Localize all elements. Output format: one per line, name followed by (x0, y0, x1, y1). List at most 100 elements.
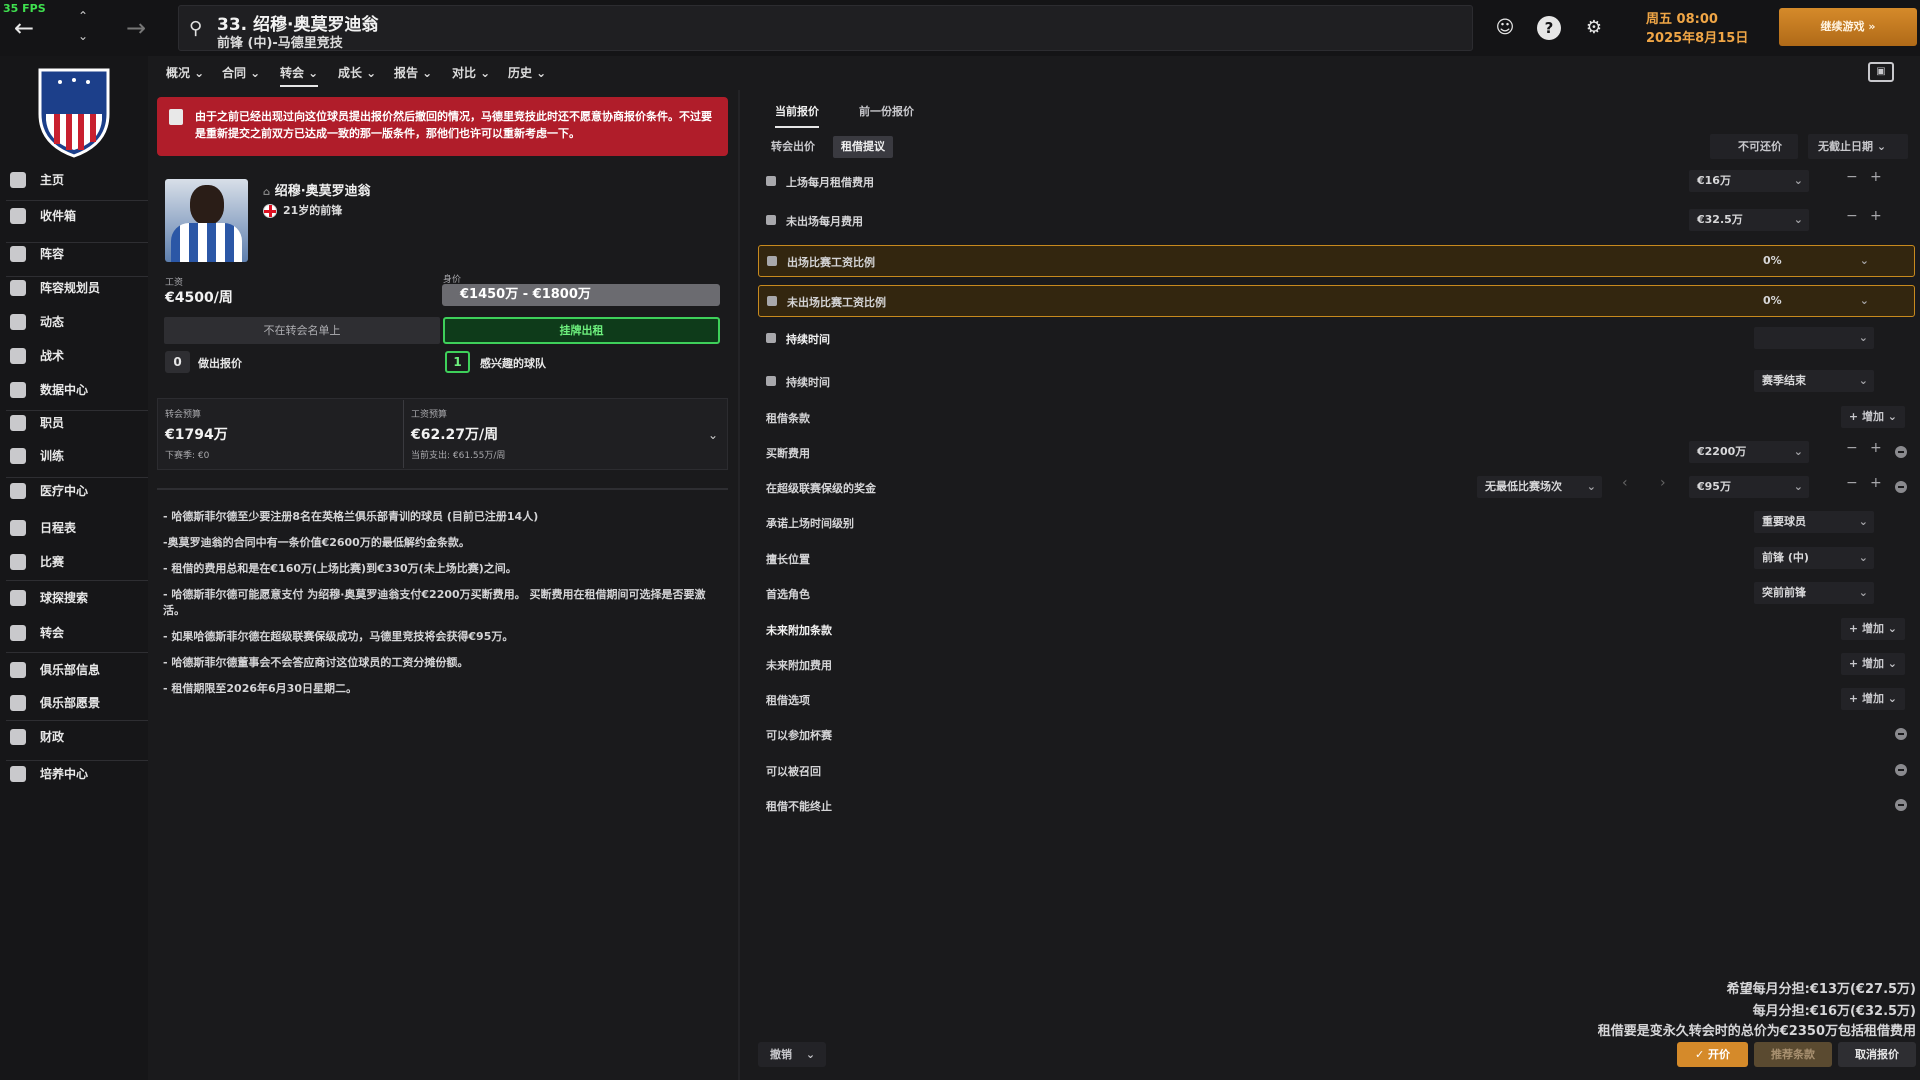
amount-dropdown[interactable]: €16万 ⌄ (1689, 170, 1809, 192)
not-listed-button[interactable]: 不在转会名单上 (164, 317, 440, 344)
lock-icon[interactable] (766, 376, 776, 386)
sidebar-item-8[interactable]: 训练 (0, 441, 148, 471)
option-dropdown[interactable]: 前锋 (中) ⌄ (1754, 547, 1874, 569)
row-label: 持续时间 (786, 333, 830, 346)
minus-button[interactable]: − (1846, 169, 1858, 185)
sidebar-item-2[interactable]: 阵容 (0, 239, 148, 269)
no-counter-button[interactable]: 不可还价 (1710, 134, 1798, 159)
sidebar-item-label: 培养中心 (40, 767, 89, 781)
sidebar-icon (10, 662, 26, 678)
sidebar-item-16[interactable]: 财政 (0, 722, 148, 752)
sidebar-item-11[interactable]: 比赛 (0, 547, 148, 577)
make-offer-button[interactable]: ✓ 开价 (1677, 1042, 1748, 1067)
cancel-offer-button[interactable]: 取消报价 (1838, 1042, 1916, 1067)
interested-count[interactable]: 1 (445, 351, 470, 373)
undo-button[interactable]: 撤销 ⌄ (758, 1042, 826, 1067)
amount-dropdown[interactable]: €95万 ⌄ (1689, 476, 1809, 498)
search-icon[interactable]: ⚲ (189, 18, 209, 39)
amount-dropdown[interactable]: €2200万 ⌄ (1689, 441, 1809, 463)
sidebar-item-12[interactable]: 球探搜索 (0, 583, 148, 613)
remove-icon[interactable] (1895, 728, 1907, 740)
sidebar-item-4[interactable]: 动态 (0, 307, 148, 337)
lock-icon[interactable] (767, 296, 777, 306)
sidebar-icon (10, 729, 26, 745)
gear-icon[interactable]: ⚙ (1582, 16, 1606, 40)
tab-current-offer[interactable]: 当前报价 (775, 103, 819, 128)
plus-button[interactable]: + (1870, 208, 1882, 224)
sidebar-separator (6, 580, 148, 581)
lock-icon[interactable] (766, 333, 776, 343)
amount-dropdown[interactable]: €32.5万 ⌄ (1689, 209, 1809, 231)
subtab-loan-offer[interactable]: 租借提议 (833, 136, 893, 158)
percent-dropdown[interactable]: 0% ⌄ (1755, 250, 1875, 272)
up-down-nav-icon[interactable]: ⌃ ⌄ (74, 6, 92, 50)
loan-listed-button[interactable]: 挂牌出租 (443, 317, 720, 344)
menu-item-4[interactable]: 报告 ⌄ (394, 64, 432, 81)
option-dropdown[interactable]: 突前前锋 ⌄ (1754, 582, 1874, 604)
offer-row: 租借条款 + 增加 ⌄ (758, 402, 1915, 432)
sidebar-item-6[interactable]: 数据中心 (0, 375, 148, 405)
percent-dropdown[interactable]: 0% ⌄ (1755, 290, 1875, 312)
remove-icon[interactable] (1895, 481, 1907, 493)
sidebar-item-10[interactable]: 日程表 (0, 513, 148, 543)
sidebar-item-0[interactable]: 主页 (0, 165, 148, 195)
minus-button[interactable]: − (1846, 475, 1858, 491)
plus-button[interactable]: + (1870, 169, 1882, 185)
remove-icon[interactable] (1895, 764, 1907, 776)
back-arrow-icon[interactable]: ← (14, 14, 42, 42)
lock-icon[interactable] (766, 215, 776, 225)
option-dropdown[interactable]: 赛季结束 ⌄ (1754, 370, 1874, 392)
sidebar-item-3[interactable]: 阵容规划员 (0, 273, 148, 303)
help-icon[interactable]: ? (1537, 16, 1561, 40)
sidebar-item-17[interactable]: 培养中心 (0, 759, 148, 789)
continue-button[interactable]: 继续游戏 » (1779, 8, 1917, 46)
screen-toggle-icon[interactable]: ▣ (1868, 62, 1894, 82)
add-button[interactable]: + 增加 ⌄ (1840, 618, 1905, 640)
remove-icon[interactable] (1895, 799, 1907, 811)
minus-button[interactable]: − (1846, 208, 1858, 224)
minus-button[interactable]: − (1846, 440, 1858, 456)
menu-item-6[interactable]: 历史 ⌄ (508, 64, 546, 81)
search-bar[interactable]: ⚲ 33. 绍穆·奥莫罗迪翁 前锋 (中)-马德里竞技 (178, 5, 1473, 51)
plus-button[interactable]: + (1870, 475, 1882, 491)
add-button[interactable]: + 增加 ⌄ (1840, 653, 1905, 675)
sidebar-separator (6, 410, 148, 411)
option-dropdown[interactable]: ⌄ (1754, 327, 1874, 349)
subtab-transfer-bid[interactable]: 转会出价 (763, 136, 823, 158)
sidebar-item-9[interactable]: 医疗中心 (0, 476, 148, 506)
sidebar-item-7[interactable]: 职员 (0, 408, 148, 438)
plus-button[interactable]: + (1870, 440, 1882, 456)
chevron-down-icon[interactable]: ⌄ (708, 428, 718, 442)
chevron-right-icon[interactable]: › (1660, 475, 1666, 491)
row-label: 未来附加费用 (766, 659, 832, 672)
menu-item-0[interactable]: 概况 ⌄ (166, 64, 204, 81)
tab-previous-offer[interactable]: 前一份报价 (859, 103, 914, 119)
brain-icon[interactable]: ☺ (1493, 16, 1517, 40)
sidebar-item-5[interactable]: 战术 (0, 341, 148, 371)
option-value: 突前前锋 (1762, 586, 1806, 599)
offer-row: 租借不能终止 (758, 790, 1915, 820)
sidebar-item-15[interactable]: 俱乐部愿景 (0, 688, 148, 718)
menu-item-2[interactable]: 转会 ⌄ (280, 64, 319, 87)
add-button[interactable]: + 增加 ⌄ (1840, 406, 1905, 428)
no-deadline-dropdown[interactable]: 无截止日期 ⌄ (1808, 134, 1908, 159)
lock-icon[interactable] (766, 176, 776, 186)
option-dropdown[interactable]: 重要球员 ⌄ (1754, 511, 1874, 533)
menu-item-3[interactable]: 成长 ⌄ (338, 64, 376, 81)
offer-row: 出场比赛工资比例 0% ⌄ (758, 245, 1915, 277)
menu-item-1[interactable]: 合同 ⌄ (222, 64, 260, 81)
player-age-position: 21岁的前锋 (263, 202, 342, 218)
chevron-left-icon[interactable]: ‹ (1622, 475, 1628, 491)
forward-arrow-icon[interactable]: → (126, 14, 154, 42)
min-apps-dropdown[interactable]: 无最低比赛场次 ⌄ (1477, 476, 1602, 498)
sidebar-item-1[interactable]: 收件箱 (0, 201, 148, 231)
sidebar-icon (10, 483, 26, 499)
add-button[interactable]: + 增加 ⌄ (1840, 688, 1905, 710)
menu-item-5[interactable]: 对比 ⌄ (452, 64, 490, 81)
sidebar-item-13[interactable]: 转会 (0, 618, 148, 648)
sidebar-item-14[interactable]: 俱乐部信息 (0, 655, 148, 685)
interested-label[interactable]: 感兴趣的球队 (480, 355, 546, 371)
lock-icon[interactable] (767, 256, 777, 266)
remove-icon[interactable] (1895, 446, 1907, 458)
suggest-terms-button[interactable]: 推荐条款 (1754, 1042, 1832, 1067)
